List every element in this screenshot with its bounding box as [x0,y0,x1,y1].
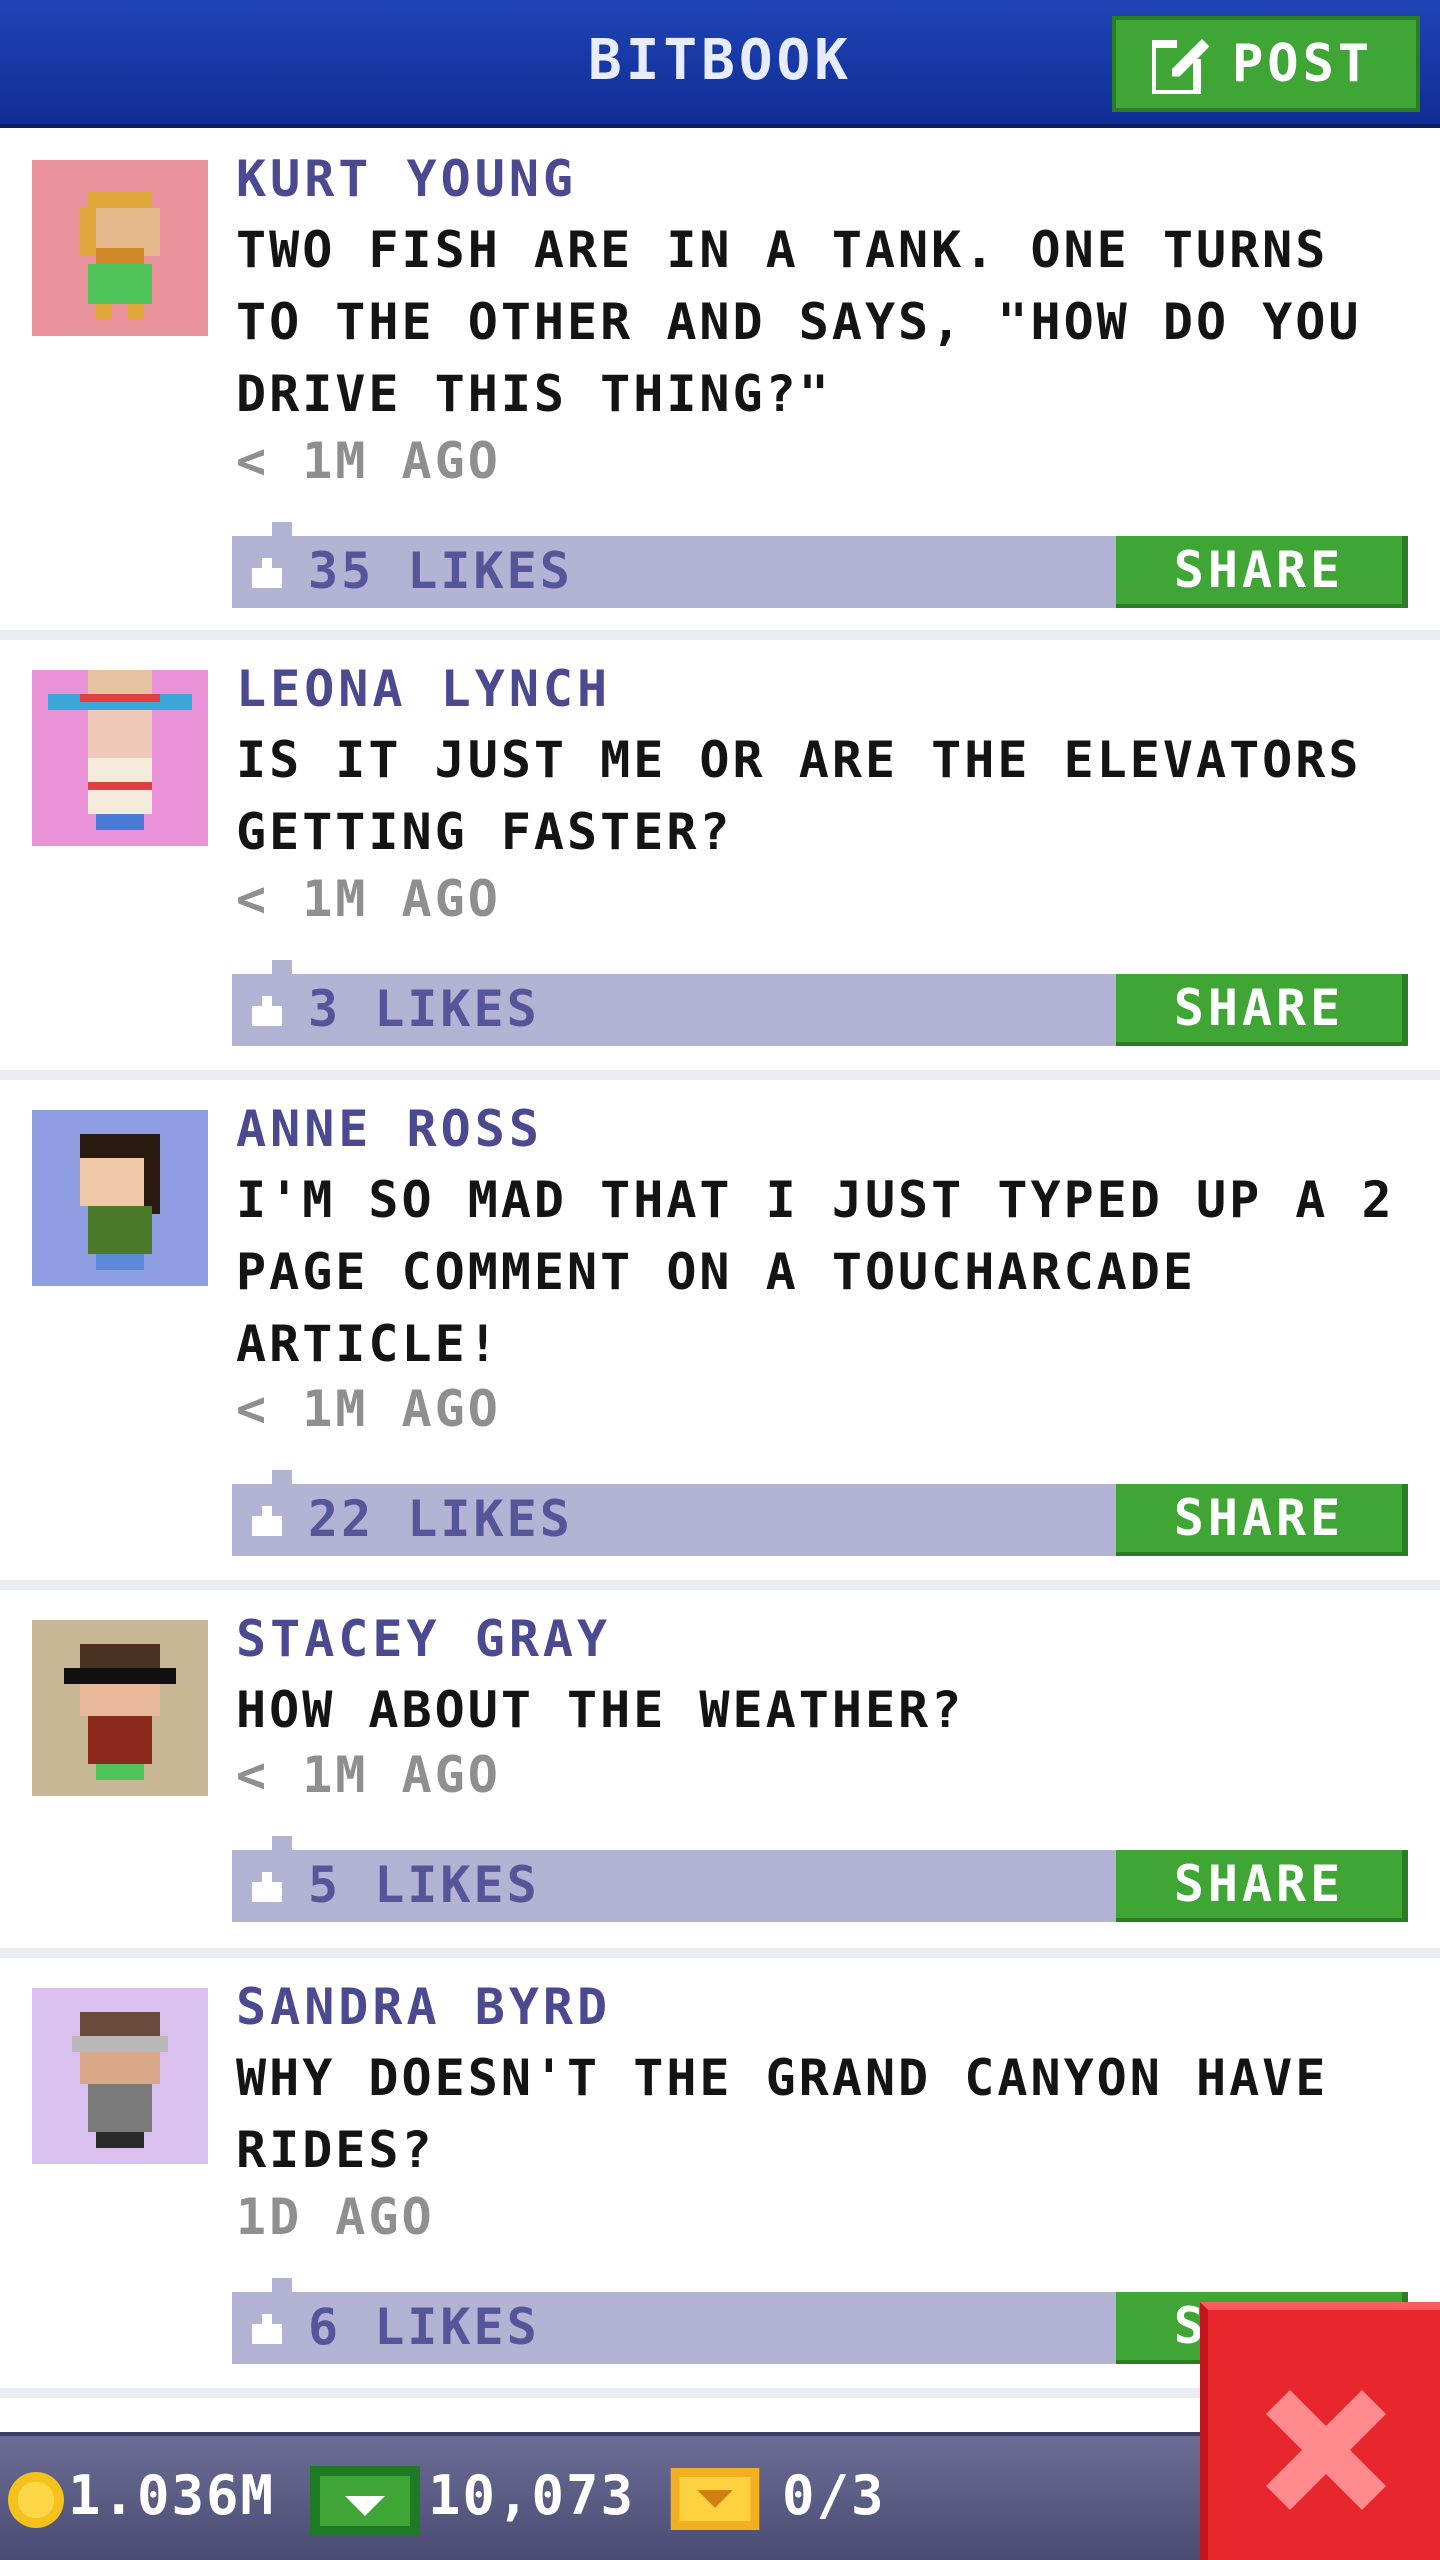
post-button-label: POST [1232,34,1374,94]
likes-count: 35 LIKES [308,542,573,600]
coins-count: 1.036M [68,2464,276,2527]
likes-bar[interactable]: 22 LIKES SHARE [232,1470,1408,1556]
post-timestamp: < 1M AGO [236,1380,501,1438]
likes-count: 22 LIKES [308,1490,573,1548]
post-author[interactable]: ANNE ROSS [236,1100,543,1158]
share-button[interactable]: SHARE [1116,536,1408,608]
post-timestamp: < 1M AGO [236,432,501,490]
post-button[interactable]: POST [1112,16,1420,112]
post-message: WHY DOESN'T THE GRAND CANYON HAVE RIDES? [236,2049,1329,2179]
avatar [32,670,208,846]
list-item: LEONA LYNCH IS IT JUST ME OR ARE THE ELE… [0,640,1440,1080]
thumbs-up-icon [252,996,282,1026]
likes-bar[interactable]: 5 LIKES SHARE [232,1836,1408,1922]
likes-bar[interactable]: 3 LIKES SHARE [232,960,1408,1046]
share-button[interactable]: SHARE [1116,1484,1408,1556]
post-author[interactable]: STACEY GRAY [236,1610,611,1668]
post-author[interactable]: LEONA LYNCH [236,660,611,718]
post-timestamp: < 1M AGO [236,1746,501,1804]
post-message: I'M SO MAD THAT I JUST TYPED UP A 2 PAGE… [236,1171,1395,1373]
post-author[interactable]: KURT YOUNG [236,150,577,208]
edit-icon [1152,34,1212,94]
feed-list: KURT YOUNG TWO FISH ARE IN A TANK. ONE T… [0,132,1440,2398]
avatar-image [32,1620,208,1796]
avatar-image [32,1110,208,1286]
likes-count: 6 LIKES [308,2298,540,2356]
ticket-icon [670,2468,760,2530]
avatar [32,160,208,336]
likes-count: 5 LIKES [308,1856,540,1914]
share-button[interactable]: SHARE [1116,1850,1408,1922]
list-item: ANNE ROSS I'M SO MAD THAT I JUST TYPED U… [0,1080,1440,1590]
share-button[interactable]: SHARE [1116,974,1408,1046]
post-message: IS IT JUST ME OR ARE THE ELEVATORS GETTI… [236,731,1362,861]
avatar [32,1110,208,1286]
likes-bar[interactable]: 35 LIKES SHARE [232,522,1408,608]
thumbs-up-icon [252,2314,282,2344]
bux-count: 10,073 [428,2464,636,2527]
app-header: BITBOOK POST [0,0,1440,128]
list-item: KURT YOUNG TWO FISH ARE IN A TANK. ONE T… [0,132,1440,640]
thumbs-up-icon [252,1872,282,1902]
post-message: HOW ABOUT THE WEATHER? [236,1681,965,1739]
avatar [32,1620,208,1796]
cash-icon [310,2466,420,2536]
coin-icon [8,2472,64,2528]
post-author[interactable]: SANDRA BYRD [236,1978,611,2036]
tickets-count: 0/3 [782,2464,886,2527]
thumbs-up-icon [252,1506,282,1536]
thumbs-up-icon [252,558,282,588]
post-message: TWO FISH ARE IN A TANK. ONE TURNS TO THE… [236,221,1362,423]
post-timestamp: 1D AGO [236,2188,435,2246]
post-timestamp: < 1M AGO [236,870,501,928]
avatar-image [32,160,208,336]
avatar [32,1988,208,2164]
avatar-image [32,670,208,846]
list-item: STACEY GRAY HOW ABOUT THE WEATHER? < 1M … [0,1590,1440,1958]
close-icon [1266,2390,1386,2510]
avatar-image [32,1988,208,2164]
likes-count: 3 LIKES [308,980,540,1038]
close-button[interactable] [1200,2302,1440,2560]
